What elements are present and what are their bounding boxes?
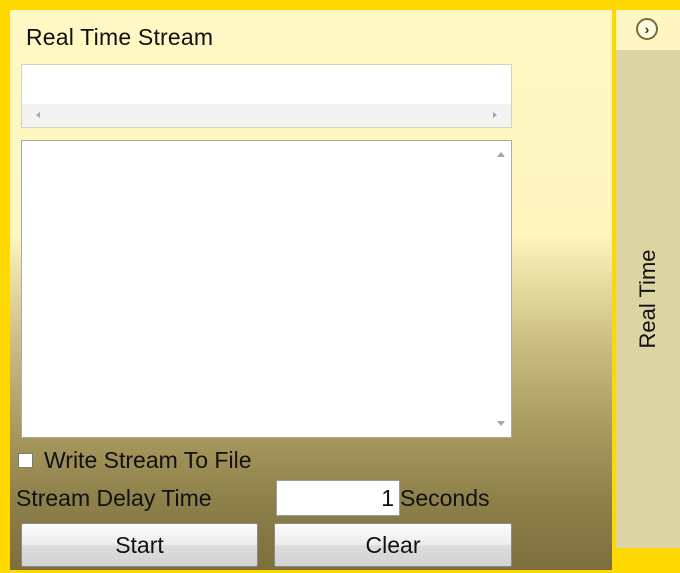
horizontal-scrollbar[interactable] bbox=[22, 104, 511, 127]
start-button[interactable]: Start bbox=[21, 523, 258, 567]
delay-unit-label: Seconds bbox=[400, 485, 490, 511]
tab-real-time-label: Real Time bbox=[635, 249, 660, 349]
delay-time-input[interactable] bbox=[276, 480, 400, 516]
delay-time-label: Stream Delay Time bbox=[16, 485, 212, 511]
real-time-stream-panel: Real Time Stream Write Stream To File St… bbox=[10, 10, 612, 570]
clear-button[interactable]: Clear bbox=[274, 523, 512, 567]
panel-title: Real Time Stream bbox=[26, 24, 214, 50]
write-to-file-label: Write Stream To File bbox=[44, 446, 252, 473]
write-to-file-option[interactable]: Write Stream To File bbox=[18, 447, 251, 473]
stream-output-area[interactable] bbox=[21, 140, 512, 438]
write-to-file-checkbox[interactable] bbox=[18, 452, 33, 468]
chevron-right-circle-icon[interactable]: › bbox=[636, 18, 658, 40]
scroll-right-icon[interactable] bbox=[493, 112, 497, 118]
vertical-scrollbar[interactable] bbox=[489, 141, 511, 437]
sidebar-header: › bbox=[616, 10, 680, 50]
tab-real-time[interactable]: Real Time bbox=[616, 50, 680, 548]
scroll-up-icon[interactable] bbox=[497, 152, 505, 157]
scroll-left-icon[interactable] bbox=[36, 112, 40, 118]
scroll-down-icon[interactable] bbox=[497, 421, 505, 426]
stream-input[interactable] bbox=[21, 64, 512, 128]
